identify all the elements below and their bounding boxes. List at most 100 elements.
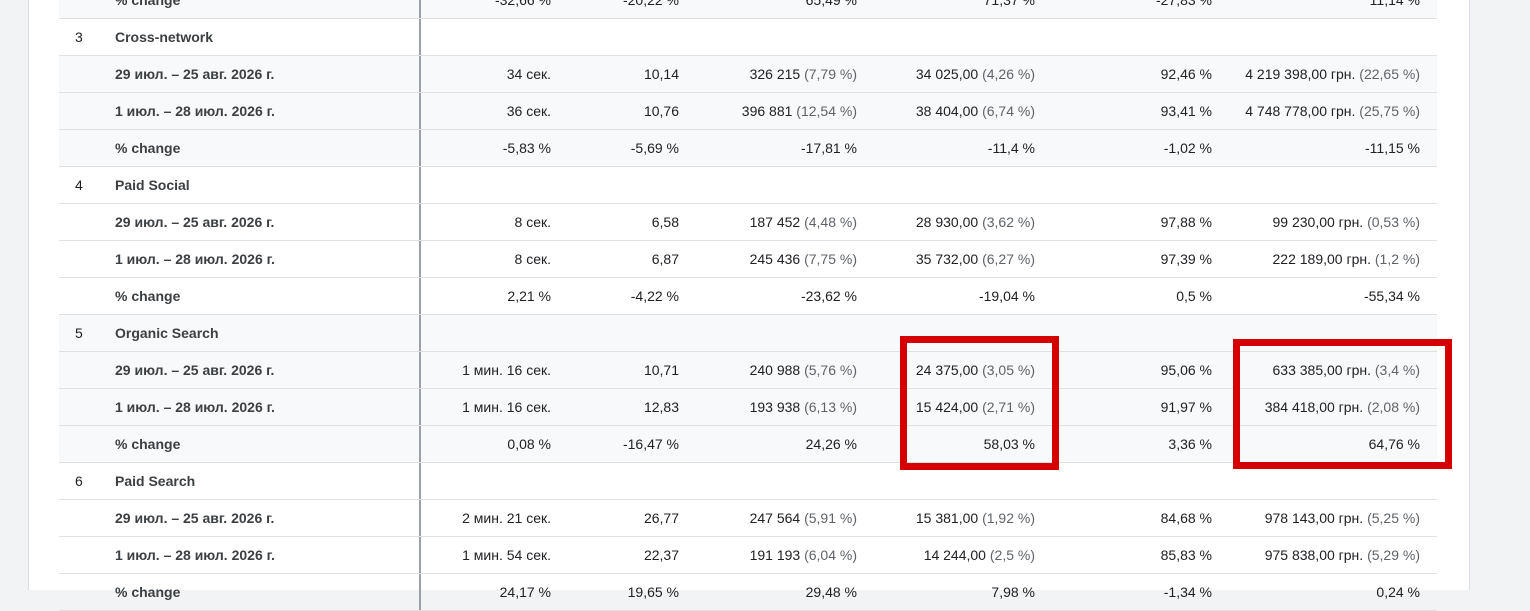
conversions: 38 404,00 (6,74 %)	[916, 93, 1035, 129]
share-percent: (5,29 %)	[1367, 547, 1420, 563]
share-percent: (6,13 %)	[804, 399, 857, 415]
change-row[interactable]: % change -32,66 % -20,22 % 65,49 % 71,37 % -2…	[59, 0, 1437, 19]
change-row[interactable]: % change 0,08 % -16,47 % 24,26 % 58,03 % 3,36…	[59, 426, 1437, 463]
event-count: 240 988 (5,76 %)	[750, 352, 857, 388]
total-revenue: 4 219 398,00 грн. (22,65 %)	[1245, 56, 1420, 92]
date-range-label: 29 июл. – 25 авг. 2026 г.	[115, 510, 275, 526]
date-range-label: 1 июл. – 28 июл. 2026 г.	[115, 251, 275, 267]
value-text: 187 452	[749, 214, 801, 230]
conversions: 15 381,00 (1,92 %)	[916, 500, 1035, 536]
change-row[interactable]: % change 2,21 % -4,22 % -23,62 % -19,04 % 0,5…	[59, 278, 1437, 315]
table-row[interactable]: 29 июл. – 25 авг. 2026 г. 34 сек. 10,14 326…	[59, 56, 1437, 93]
event-count: -23,62 %	[800, 288, 857, 304]
share-percent: (6,04 %)	[804, 547, 857, 563]
group-row[interactable]: 5 Organic Search	[59, 315, 1437, 352]
engagement-rate: -27,83 %	[1155, 0, 1212, 8]
share-percent: (4,26 %)	[982, 66, 1035, 82]
value-text: 28 930,00	[915, 214, 979, 230]
table-row[interactable]: 1 июл. – 28 июл. 2026 г. 36 сек. 10,76 396 …	[59, 93, 1437, 130]
share-percent: (0,53 %)	[1367, 214, 1420, 230]
column-divider	[419, 574, 421, 610]
event-count: 191 193 (6,04 %)	[750, 537, 857, 573]
value-text: 38 404,00	[915, 103, 979, 119]
column-divider	[419, 93, 421, 129]
avg-engagement-time: 36 сек.	[506, 103, 551, 119]
avg-engagement-time: -32,66 %	[494, 0, 551, 8]
value-text: 15 381,00	[915, 510, 979, 526]
share-percent: (3,62 %)	[982, 214, 1035, 230]
table-row[interactable]: 29 июл. – 25 авг. 2026 г. 1 мин. 16 сек. 1…	[59, 352, 1437, 389]
event-count: 245 436 (7,75 %)	[750, 241, 857, 277]
channel-name: Paid Search	[115, 473, 196, 489]
date-range-label: 1 июл. – 28 июл. 2026 г.	[115, 547, 275, 563]
group-row[interactable]: 3 Cross-network	[59, 19, 1437, 56]
value-text: 396 881	[741, 103, 793, 119]
engagement-rate: -1,34 %	[1163, 584, 1212, 600]
avg-engagement-time: 24,17 %	[499, 584, 551, 600]
value-text: 99 230,00 грн.	[1272, 214, 1364, 230]
table-row[interactable]: 1 июл. – 28 июл. 2026 г. 1 мин. 16 сек. 12…	[59, 389, 1437, 426]
value-text: 978 143,00 грн.	[1264, 510, 1364, 526]
avg-engagement-time: 1 мин. 54 сек.	[462, 547, 551, 563]
column-divider	[419, 426, 421, 462]
change-label: % change	[115, 584, 181, 600]
events-per-session: 10,76	[643, 103, 679, 119]
table-row[interactable]: 1 июл. – 28 июл. 2026 г. 1 мин. 54 сек. 22…	[59, 537, 1437, 574]
highlight-box-revenue	[1233, 339, 1452, 469]
highlight-box-conversions	[900, 336, 1059, 470]
share-percent: (6,27 %)	[982, 251, 1035, 267]
total-revenue: -11,15 %	[1365, 140, 1420, 156]
channel-comparison-table: % change -32,66 % -20,22 % 65,49 % 71,37 % -2…	[59, 0, 1437, 611]
share-percent: (1,2 %)	[1374, 251, 1420, 267]
change-row[interactable]: % change -5,83 % -5,69 % -17,81 % -11,4 % -1,…	[59, 130, 1437, 167]
total-revenue: 0,24 %	[1376, 584, 1420, 600]
engagement-rate: 92,46 %	[1160, 66, 1212, 82]
date-range-label: 1 июл. – 28 июл. 2026 г.	[115, 103, 275, 119]
value-text: 326 215	[749, 66, 801, 82]
event-count: 247 564 (5,91 %)	[750, 500, 857, 536]
column-divider	[419, 241, 421, 277]
engagement-rate: -1,02 %	[1163, 140, 1212, 156]
event-count: 29,48 %	[805, 584, 857, 600]
value-text: 4 219 398,00 грн.	[1245, 66, 1356, 82]
date-range-label: 29 июл. – 25 авг. 2026 г.	[115, 362, 275, 378]
value-text: 245 436	[749, 251, 801, 267]
group-row[interactable]: 6 Paid Search	[59, 463, 1437, 500]
events-per-session: 10,71	[643, 362, 679, 378]
avg-engagement-time: -5,83 %	[502, 140, 551, 156]
row-number: 5	[75, 325, 83, 341]
value-text: 222 189,00 грн.	[1272, 251, 1371, 267]
channel-name: Paid Social	[115, 177, 190, 193]
total-revenue: 978 143,00 грн. (5,25 %)	[1265, 500, 1420, 536]
column-divider	[419, 130, 421, 166]
events-per-session: 19,65 %	[627, 584, 679, 600]
avg-engagement-time: 34 сек.	[506, 66, 551, 82]
date-range-label: 1 июл. – 28 июл. 2026 г.	[115, 399, 275, 415]
share-percent: (7,79 %)	[804, 66, 857, 82]
total-revenue: 975 838,00 грн. (5,29 %)	[1265, 537, 1420, 573]
table-row[interactable]: 29 июл. – 25 авг. 2026 г. 2 мин. 21 сек. 2…	[59, 500, 1437, 537]
column-divider	[419, 167, 421, 203]
total-revenue: 99 230,00 грн. (0,53 %)	[1273, 204, 1421, 240]
event-count: 24,26 %	[805, 436, 857, 452]
avg-engagement-time: 2,21 %	[507, 288, 551, 304]
change-row[interactable]: % change 24,17 % 19,65 % 29,48 % 7,98 % -1,34…	[59, 574, 1437, 611]
column-divider	[419, 389, 421, 425]
events-per-session: -20,22 %	[622, 0, 679, 8]
group-row[interactable]: 4 Paid Social	[59, 167, 1437, 204]
channel-name: Cross-network	[115, 29, 214, 45]
value-text: 35 732,00	[915, 251, 979, 267]
event-count: -17,81 %	[800, 140, 857, 156]
value-text: 240 988	[749, 362, 801, 378]
date-range-label: 29 июл. – 25 авг. 2026 г.	[115, 66, 275, 82]
table-row[interactable]: 1 июл. – 28 июл. 2026 г. 8 сек. 6,87 245 43…	[59, 241, 1437, 278]
share-percent: (5,76 %)	[804, 362, 857, 378]
row-number: 4	[75, 177, 83, 193]
share-percent: (5,25 %)	[1367, 510, 1420, 526]
value-text: 975 838,00 грн.	[1264, 547, 1364, 563]
table-row[interactable]: 29 июл. – 25 авг. 2026 г. 8 сек. 6,58 187 4…	[59, 204, 1437, 241]
events-per-session: 6,87	[651, 251, 679, 267]
column-divider	[419, 352, 421, 388]
engagement-rate: 97,39 %	[1160, 251, 1212, 267]
share-percent: (4,48 %)	[804, 214, 857, 230]
